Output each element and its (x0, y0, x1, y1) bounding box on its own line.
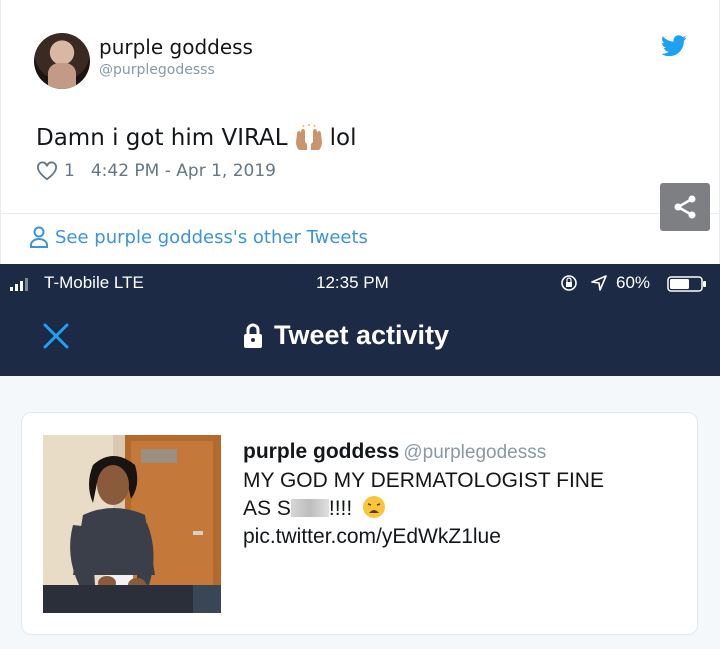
tweet-text-suffix: lol (329, 125, 357, 151)
weary-face-emoji-icon (363, 496, 386, 518)
quoted-tweet-text: MY GOD MY DERMATOLOGIST FINE AS S!!!! pi… (243, 467, 673, 551)
user-handle[interactable]: @purplegodesss (99, 62, 215, 78)
carrier-label: T-Mobile LTE (44, 273, 144, 292)
padlock-icon (244, 323, 262, 348)
person-icon (30, 226, 48, 248)
status-bar: T-Mobile LTE 12:35 PM 60% (0, 264, 720, 302)
avatar[interactable] (34, 33, 90, 89)
twitter-bird-icon[interactable] (661, 35, 687, 57)
quoted-handle[interactable]: @purplegodesss (403, 442, 546, 463)
share-icon (674, 195, 696, 219)
embedded-tweet-card: purple goddess @purplegodesss Damn i got… (0, 0, 720, 264)
share-button[interactable] (660, 183, 710, 231)
quoted-text-suffix: !!!! (328, 497, 353, 520)
divider (1, 213, 720, 214)
quoted-pic-link[interactable]: pic.twitter.com/yEdWkZ1lue (243, 523, 673, 551)
like-count[interactable]: 1 (64, 161, 75, 181)
status-time: 12:35 PM (316, 273, 389, 292)
quoted-display-name[interactable]: purple goddess @purplegodesss (243, 440, 546, 464)
quoted-text-line1: MY GOD MY DERMATOLOGIST FINE (243, 469, 604, 492)
censor-blur (290, 499, 329, 517)
quoted-text-prefix: AS S (243, 497, 291, 520)
location-icon (591, 275, 607, 291)
raised-hands-emoji-icon (295, 124, 322, 150)
nav-title-label: Tweet activity (274, 320, 450, 350)
display-name[interactable]: purple goddess (99, 35, 253, 59)
battery-icon (667, 276, 706, 292)
tweet-text-main: Damn i got him VIRAL (36, 125, 288, 151)
other-tweets-label[interactable]: See purple goddess's other Tweets (55, 227, 368, 248)
signal-icon (10, 278, 28, 291)
tweet-meta: 1 4:42 PM - Apr 1, 2019 (36, 161, 276, 181)
tweet-timestamp[interactable]: 4:42 PM - Apr 1, 2019 (91, 161, 276, 181)
battery-percent: 60% (616, 273, 651, 292)
tweet-photo[interactable] (43, 435, 221, 613)
rotation-lock-icon (561, 275, 577, 291)
quoted-text-line2: AS S!!!! (243, 495, 673, 523)
nav-title: Tweet activity (242, 320, 449, 351)
heart-icon[interactable] (36, 161, 58, 181)
close-icon[interactable] (42, 322, 70, 350)
tweet-text: Damn i got him VIRAL lol (36, 124, 356, 152)
quoted-name-text[interactable]: purple goddess (243, 440, 399, 463)
other-tweets-link[interactable]: See purple goddess's other Tweets (29, 226, 368, 248)
